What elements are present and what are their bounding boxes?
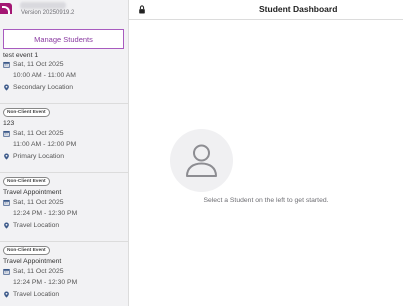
event-title: Travel Appointment bbox=[3, 258, 62, 265]
location-pin-icon bbox=[4, 291, 9, 298]
event-location-row: Secondary Location bbox=[3, 84, 73, 91]
calendar-icon bbox=[3, 61, 10, 68]
page-title: Student Dashboard bbox=[259, 4, 338, 14]
event-card[interactable]: Non-Client Event 123 Sat, 11 Oct 2025 11… bbox=[0, 104, 128, 173]
event-time: 10:00 AM - 11:00 AM bbox=[13, 72, 76, 79]
event-title: 123 bbox=[3, 120, 15, 127]
manage-students-button[interactable]: Manage Students bbox=[3, 29, 124, 49]
event-date: Sat, 11 Oct 2025 bbox=[13, 268, 64, 275]
event-location: Travel Location bbox=[13, 222, 60, 229]
event-date: Sat, 11 Oct 2025 bbox=[13, 130, 64, 137]
avatar bbox=[170, 129, 233, 192]
app-version: Version 20250919.2 bbox=[21, 10, 75, 16]
empty-state-message: Select a Student on the left to get star… bbox=[203, 197, 329, 204]
event-location: Travel Location bbox=[13, 291, 60, 298]
location-pin-icon bbox=[4, 153, 9, 160]
event-card[interactable]: test event 1 Sat, 11 Oct 2025 10:00 AM -… bbox=[0, 51, 128, 104]
event-date-row: Sat, 11 Oct 2025 bbox=[3, 199, 64, 206]
event-card[interactable]: Non-Client Event Travel Appointment Sat,… bbox=[0, 242, 128, 306]
event-time: 12:24 PM - 12:30 PM bbox=[13, 279, 78, 286]
event-time: 12:24 PM - 12:30 PM bbox=[13, 210, 78, 217]
non-client-event-badge: Non-Client Event bbox=[3, 177, 50, 186]
user-placeholder-icon bbox=[186, 144, 217, 177]
calendar-icon bbox=[3, 199, 10, 206]
org-name-redacted bbox=[20, 2, 66, 9]
sidebar-header: Version 20250919.2 bbox=[0, 0, 128, 22]
location-pin-icon bbox=[4, 222, 9, 229]
non-client-event-badge: Non-Client Event bbox=[3, 246, 50, 255]
main-header: Student Dashboard bbox=[129, 0, 403, 20]
event-location-row: Travel Location bbox=[3, 222, 59, 229]
location-pin-icon bbox=[4, 84, 9, 91]
event-location: Secondary Location bbox=[13, 84, 74, 91]
event-title: Travel Appointment bbox=[3, 189, 62, 196]
event-date-row: Sat, 11 Oct 2025 bbox=[3, 268, 64, 275]
event-location: Primary Location bbox=[13, 153, 64, 160]
event-location-row: Primary Location bbox=[3, 153, 64, 160]
event-card[interactable]: Non-Client Event Travel Appointment Sat,… bbox=[0, 173, 128, 242]
calendar-icon bbox=[3, 268, 10, 275]
event-date: Sat, 11 Oct 2025 bbox=[13, 61, 64, 68]
event-time: 11:00 AM - 12:00 PM bbox=[13, 141, 77, 148]
brand-logo-icon bbox=[0, 1, 14, 15]
event-title: test event 1 bbox=[3, 52, 39, 59]
event-date-row: Sat, 11 Oct 2025 bbox=[3, 61, 64, 68]
event-date-row: Sat, 11 Oct 2025 bbox=[3, 130, 64, 137]
sidebar: Version 20250919.2 Manage Students test … bbox=[0, 0, 129, 306]
event-date: Sat, 11 Oct 2025 bbox=[13, 199, 64, 206]
event-location-row: Travel Location bbox=[3, 291, 59, 298]
non-client-event-badge: Non-Client Event bbox=[3, 108, 50, 117]
calendar-icon bbox=[3, 130, 10, 137]
